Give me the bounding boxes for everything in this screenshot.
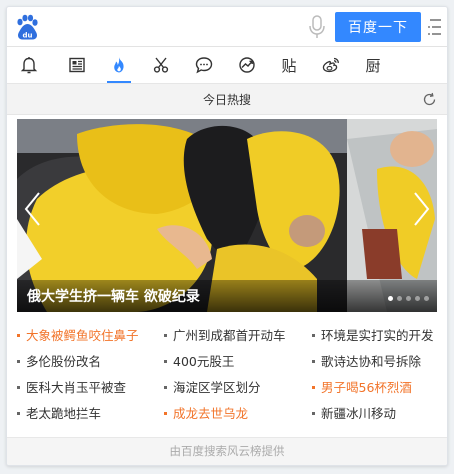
- carousel-dots: [388, 296, 429, 301]
- bullet-icon: [164, 386, 167, 389]
- hot-search-item[interactable]: 老太跪地拦车: [17, 404, 101, 424]
- trend-icon: [239, 57, 255, 73]
- bullet-icon: [17, 386, 20, 389]
- baidu-logo-icon[interactable]: du: [14, 13, 40, 41]
- hot-search-widget: du 百度一下 贴 厨 今日热搜 俄大学生挤一辆车 欲破纪录 大象被鳄鱼咬住鼻子…: [6, 6, 448, 466]
- hot-search-item-label: 新疆冰川移动: [321, 406, 397, 421]
- hot-search-item[interactable]: 环境是实打实的开发: [312, 326, 434, 346]
- carousel-dot[interactable]: [406, 296, 411, 301]
- hot-search-item[interactable]: 400元股王: [164, 352, 234, 372]
- microphone-icon[interactable]: [307, 14, 327, 40]
- bullet-icon: [164, 412, 167, 415]
- tab-finance[interactable]: [226, 47, 268, 83]
- hot-search-item-label: 大象被鳄鱼咬住鼻子: [26, 328, 139, 343]
- hot-search-title: 今日热搜: [202, 93, 251, 107]
- hot-search-item[interactable]: 海淀区学区划分: [164, 378, 261, 398]
- source-footer: 由百度搜索风云榜提供: [7, 437, 447, 465]
- hot-search-item-label: 多伦股份改名: [26, 354, 102, 369]
- hot-search-item[interactable]: 新疆冰川移动: [312, 404, 396, 424]
- bullet-icon: [17, 360, 20, 363]
- bullet-icon: [164, 334, 167, 337]
- menu-icon[interactable]: [428, 16, 442, 38]
- hot-search-header: 今日热搜: [7, 83, 447, 115]
- hot-search-item-label: 老太跪地拦车: [26, 406, 102, 421]
- bullet-icon: [17, 412, 20, 415]
- hot-news-banner[interactable]: 俄大学生挤一辆车 欲破纪录: [17, 119, 437, 312]
- hot-search-item[interactable]: 成龙去世乌龙: [164, 404, 248, 424]
- tab-hot[interactable]: [98, 47, 140, 83]
- tab-notifications[interactable]: [8, 47, 50, 83]
- hot-search-item-label: 海淀区学区划分: [173, 380, 261, 395]
- bullet-icon: [312, 334, 315, 337]
- search-bar: du 百度一下: [7, 7, 447, 47]
- bullet-icon: [312, 386, 315, 389]
- carousel-dot[interactable]: [415, 296, 420, 301]
- tieba-icon: 贴: [281, 56, 297, 75]
- search-button[interactable]: 百度一下: [335, 12, 421, 42]
- carousel-dot[interactable]: [424, 296, 429, 301]
- hot-search-item-label: 400元股王: [173, 354, 235, 369]
- chevron-right-icon[interactable]: [411, 189, 433, 229]
- bullet-icon: [164, 360, 167, 363]
- hot-search-item-label: 男子喝56杯烈酒: [321, 380, 412, 395]
- bullet-icon: [312, 412, 315, 415]
- hot-search-item[interactable]: 歌诗达协和号拆除: [312, 352, 421, 372]
- hot-search-item[interactable]: 男子喝56杯烈酒: [312, 378, 412, 398]
- bullet-icon: [312, 360, 315, 363]
- bell-icon: [20, 57, 38, 74]
- svg-text:du: du: [23, 32, 33, 40]
- refresh-icon[interactable]: [422, 92, 437, 107]
- bullet-icon: [17, 334, 20, 337]
- hot-search-item-label: 成龙去世乌龙: [173, 406, 249, 421]
- hot-search-item[interactable]: 大象被鳄鱼咬住鼻子: [17, 326, 139, 346]
- flame-icon: [114, 57, 124, 73]
- hot-search-item[interactable]: 医科大肖玉平被查: [17, 378, 126, 398]
- banner-caption[interactable]: 俄大学生挤一辆车 欲破纪录: [27, 286, 200, 306]
- weibo-icon: [322, 57, 339, 73]
- hot-search-item[interactable]: 广州到成都首开动车: [164, 326, 286, 346]
- carousel-dot[interactable]: [388, 296, 393, 301]
- tab-tieba[interactable]: 贴: [268, 47, 310, 83]
- hot-search-item-label: 广州到成都首开动车: [173, 328, 286, 343]
- tab-kitchen[interactable]: 厨: [352, 47, 394, 83]
- hot-search-item-label: 环境是实打实的开发: [321, 328, 434, 343]
- tab-chat[interactable]: [183, 47, 225, 83]
- newspaper-icon: [69, 57, 85, 73]
- carousel-dot[interactable]: [397, 296, 402, 301]
- tab-news[interactable]: [56, 47, 98, 83]
- scissors-icon: [153, 57, 169, 73]
- category-tabs: 贴 厨: [7, 47, 447, 83]
- tab-weibo[interactable]: [310, 47, 352, 83]
- tab-tools[interactable]: [140, 47, 182, 83]
- chevron-left-icon[interactable]: [21, 189, 43, 229]
- hot-search-item[interactable]: 多伦股份改名: [17, 352, 101, 372]
- chat-bubble-icon: [195, 57, 213, 74]
- kitchen-icon: 厨: [365, 56, 381, 75]
- hot-search-item-label: 歌诗达协和号拆除: [321, 354, 422, 369]
- hot-search-item-label: 医科大肖玉平被查: [26, 380, 127, 395]
